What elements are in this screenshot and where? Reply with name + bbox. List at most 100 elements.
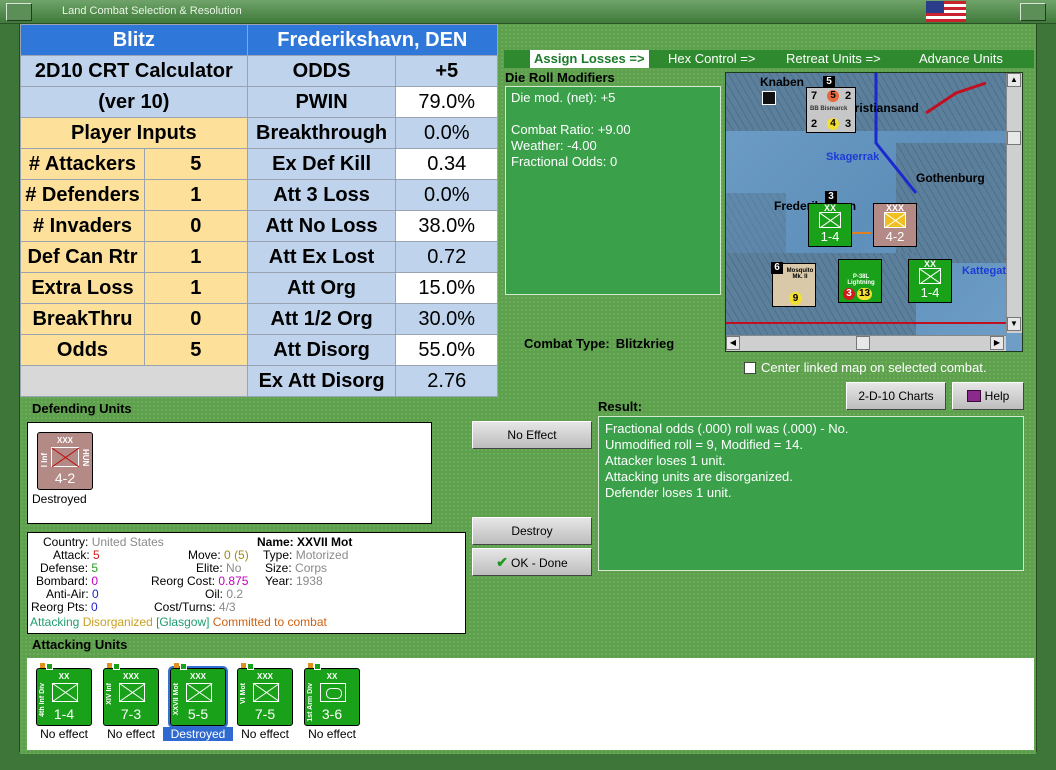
infantry-icon	[819, 212, 841, 228]
map-label-gothenburg: Gothenburg	[916, 171, 985, 185]
input-value[interactable]: 1	[143, 179, 248, 211]
input-value[interactable]: 1	[143, 272, 248, 304]
info-cost: 4/3	[218, 600, 236, 614]
attacker-status: No effect	[40, 727, 88, 741]
attacker-status: No effect	[308, 727, 356, 741]
input-label: Def Can Rtr	[20, 241, 145, 273]
window-frame-right	[1036, 24, 1056, 770]
counter-stat: 13	[857, 288, 872, 300]
map-horizontal-scrollbar[interactable]: ◀ ▶	[726, 335, 1006, 351]
input-value[interactable]: 5	[143, 334, 248, 366]
scroll-thumb[interactable]	[856, 336, 870, 350]
scroll-left-icon[interactable]: ◀	[726, 336, 740, 350]
unit-counter-attacker-2[interactable]: XX 1-4	[908, 259, 952, 303]
destroy-button[interactable]: Destroy	[472, 517, 592, 545]
input-value[interactable]: 1	[143, 241, 248, 273]
input-label: Extra Loss	[20, 272, 145, 304]
battleship-icon: BB Bismarck	[810, 106, 848, 112]
status-pips	[241, 663, 254, 670]
die-roll-line: Fractional Odds: 0	[511, 154, 618, 169]
attacker-unit-counter[interactable]: XXX VI Mot 7-5	[237, 663, 293, 726]
ok-done-button[interactable]: ✔ OK - Done	[472, 548, 592, 576]
defender-unit-counter[interactable]: XXX I Inf HUN 4-2	[37, 432, 93, 490]
counter-stat: 9	[789, 292, 802, 305]
crt-calculator: Blitz Frederikshavn, DEN 2D10 CRT Calcul…	[20, 24, 499, 397]
help-button[interactable]: Help	[952, 382, 1024, 410]
counter-stat: 7	[811, 90, 818, 102]
attacking-units-list: XX 4th Inf Div 1-4 No effect XXX XIV Inf…	[27, 658, 1034, 750]
attacker-unit-counter-selected[interactable]: XXX XXVII Mot 5-5	[168, 663, 228, 728]
mini-map[interactable]: Knaben Kristiansand Skagerrak Gothenburg…	[725, 72, 1023, 352]
tab-retreat-units[interactable]: Retreat Units =>	[786, 50, 881, 68]
map-vertical-scrollbar[interactable]: ▲ ▼	[1006, 73, 1022, 333]
checkbox-icon[interactable]	[744, 362, 756, 374]
unit-counter-mosquito[interactable]: 6 Mosquito Mk. II 9	[771, 262, 816, 307]
counter-nation-label: HUN	[81, 449, 90, 467]
output-value: 0.0%	[395, 117, 498, 149]
help-book-icon	[966, 390, 981, 402]
stack-count: 5	[823, 76, 835, 88]
info-label: Bombard:	[36, 574, 89, 588]
infantry-icon	[919, 268, 941, 284]
output-label: Att 1/2 Org	[246, 303, 397, 335]
counter-value: 1-4	[53, 706, 75, 722]
input-value[interactable]: 0	[143, 210, 248, 242]
output-value: 55.0%	[395, 334, 498, 366]
tab-advance-units[interactable]: Advance Units	[919, 50, 1003, 68]
map-label-knaben: Knaben	[760, 75, 805, 89]
attacker-unit-counter[interactable]: XXX XIV Inf 7-3	[103, 663, 159, 726]
charts-button[interactable]: 2-D-10 Charts	[846, 382, 946, 410]
help-label: Help	[984, 389, 1010, 403]
info-label: Defense:	[40, 561, 89, 575]
output-value: 15.0%	[395, 272, 498, 304]
info-label: Oil:	[205, 587, 223, 601]
unit-counter-p38[interactable]: P-38L Lightning 3 13	[838, 259, 882, 303]
result-line: Fractional odds (.000) roll was (.000) -…	[605, 421, 849, 436]
unit-counter-bismarck[interactable]: 5 7 5 2 BB Bismarck 2 4 3	[806, 76, 856, 133]
no-effect-button[interactable]: No Effect	[472, 421, 592, 449]
output-value: 30.0%	[395, 303, 498, 335]
motorized-icon	[253, 683, 279, 702]
tab-assign-losses[interactable]: Assign Losses =>	[530, 50, 649, 68]
unit-counter-attacker[interactable]: 3 XX 1-4	[808, 191, 852, 247]
counter-value: 3-6	[321, 706, 343, 722]
counter-value: 1-4	[920, 285, 940, 300]
info-name: XXVII Mot	[297, 535, 353, 549]
info-move: 0	[224, 548, 231, 562]
input-label: Odds	[20, 334, 145, 366]
info-label: Anti-Air:	[46, 587, 89, 601]
scroll-thumb[interactable]	[1007, 131, 1021, 145]
output-value: +5	[395, 55, 498, 87]
output-label: Att No Loss	[246, 210, 397, 242]
counter-size: XX	[326, 672, 338, 681]
info-label: Attack:	[53, 548, 90, 562]
explosion-icon	[884, 212, 906, 228]
attacking-title: Attacking Units	[32, 637, 128, 652]
scroll-up-icon[interactable]: ▲	[1007, 73, 1021, 87]
input-value[interactable]: 0	[143, 303, 248, 335]
info-attack: 5	[93, 548, 100, 562]
scroll-right-icon[interactable]: ▶	[990, 336, 1004, 350]
infantry-icon	[51, 447, 79, 467]
center-linked-checkbox[interactable]: Center linked map on selected combat.	[744, 360, 986, 375]
output-value: 0.72	[395, 241, 498, 273]
center-linked-label: Center linked map on selected combat.	[761, 360, 987, 375]
info-size: Corps	[295, 561, 328, 575]
combat-type: Combat Type: Blitzkrieg	[524, 336, 674, 351]
result-line: Unmodified roll = 9, Modified = 14.	[605, 437, 803, 452]
info-label: Move:	[188, 548, 221, 562]
scroll-down-icon[interactable]: ▼	[1007, 317, 1021, 331]
unit-counter-defender[interactable]: XXX 4-2	[873, 203, 917, 247]
tab-hex-control[interactable]: Hex Control =>	[668, 50, 755, 68]
die-roll-title: Die Roll Modifiers	[505, 70, 615, 85]
close-icon[interactable]	[1020, 3, 1046, 21]
status-pips	[107, 663, 120, 670]
counter-value: 4-2	[885, 229, 905, 244]
system-menu-icon[interactable]	[6, 3, 32, 21]
attacker-unit-counter[interactable]: XX 1st Arm Div 3-6	[304, 663, 360, 726]
attacker-status: No effect	[107, 727, 155, 741]
die-roll-line: Die mod. (net): +5	[511, 90, 616, 105]
info-label: Cost/Turns:	[154, 600, 216, 614]
attacker-unit-counter[interactable]: XX 4th Inf Div 1-4	[36, 663, 92, 726]
input-value[interactable]: 5	[143, 148, 248, 180]
